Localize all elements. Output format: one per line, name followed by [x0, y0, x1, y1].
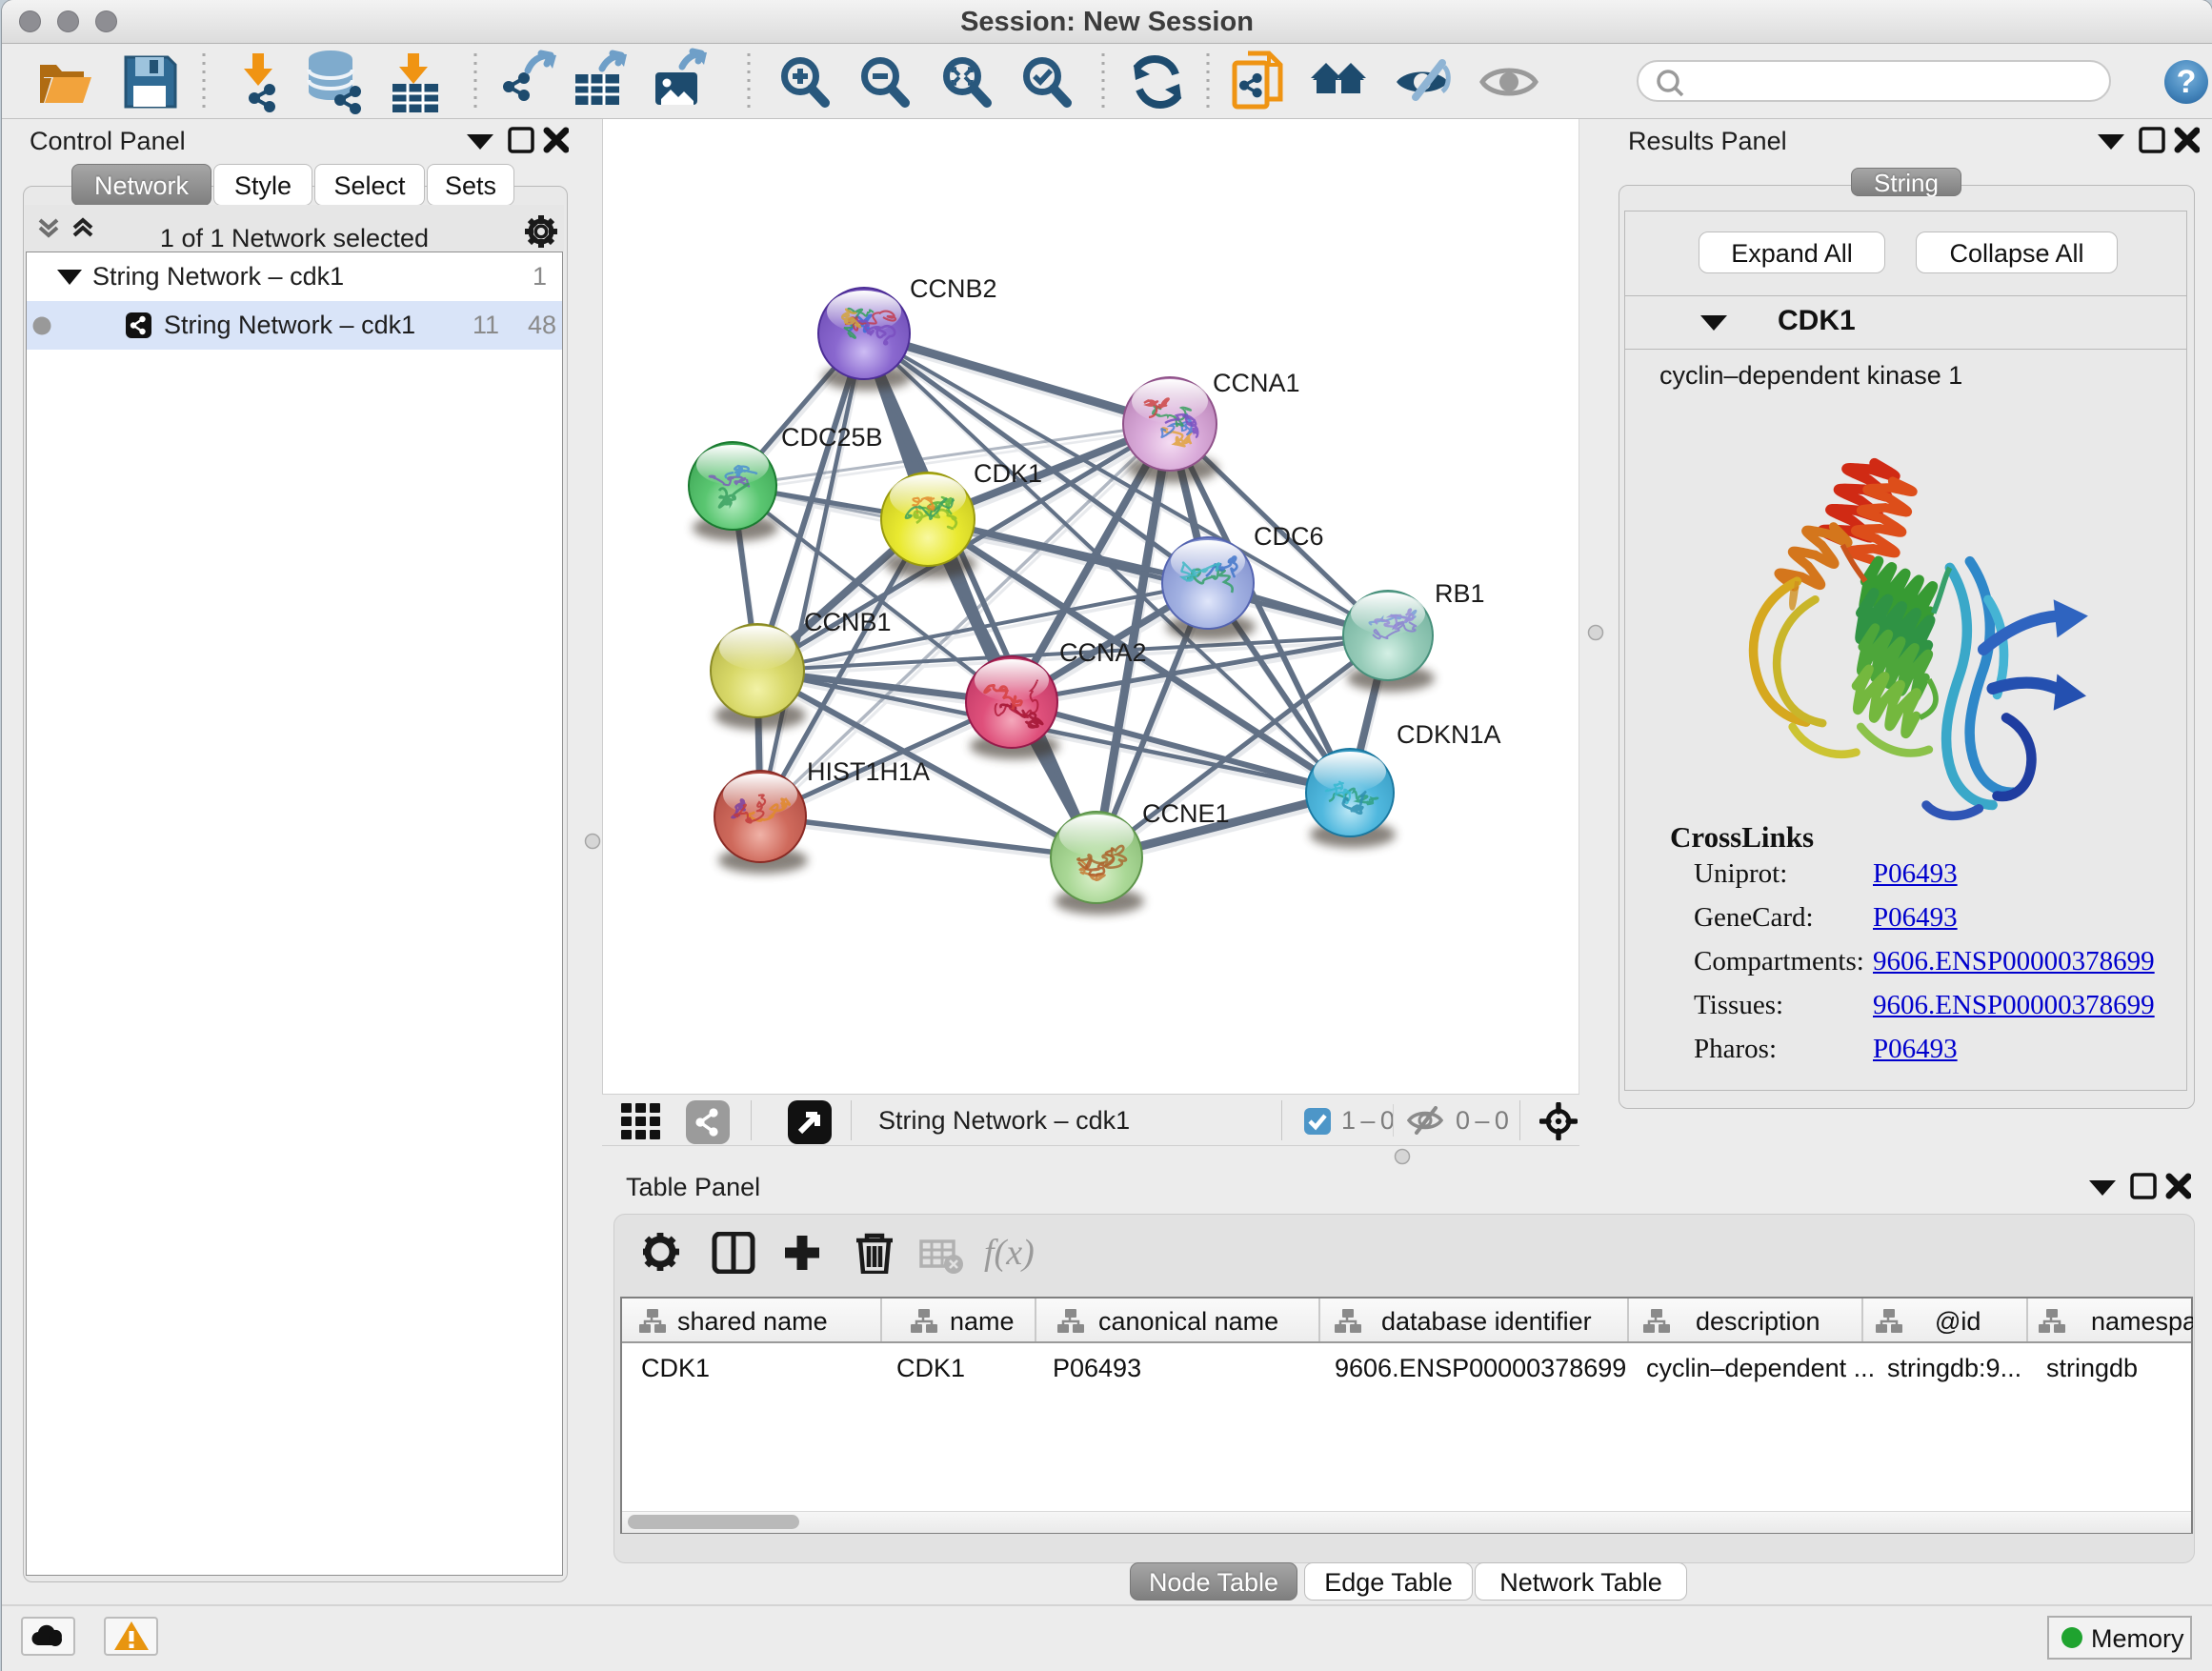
svg-text:@id: @id — [1935, 1307, 1981, 1336]
svg-text:database identifier: database identifier — [1381, 1307, 1592, 1336]
svg-text:CCNE1: CCNE1 — [1142, 799, 1230, 828]
svg-text:CDK1: CDK1 — [974, 459, 1042, 488]
svg-text:f(x): f(x) — [984, 1233, 1035, 1273]
svg-text:CCNB2: CCNB2 — [910, 274, 997, 303]
svg-text:CCNB1: CCNB1 — [804, 608, 892, 636]
svg-text:CDC25B: CDC25B — [781, 423, 883, 452]
svg-text:?: ? — [2177, 64, 2197, 100]
svg-text:HIST1H1A: HIST1H1A — [807, 757, 930, 786]
svg-text:CCNA2: CCNA2 — [1059, 638, 1147, 667]
svg-text:shared name: shared name — [677, 1307, 828, 1336]
svg-text:CCNA1: CCNA1 — [1213, 369, 1300, 397]
svg-text:namespac: namespac — [2091, 1307, 2193, 1336]
svg-text:CDC6: CDC6 — [1254, 522, 1324, 551]
svg-text:RB1: RB1 — [1435, 579, 1485, 608]
svg-text:CDKN1A: CDKN1A — [1397, 720, 1501, 749]
svg-text:description: description — [1696, 1307, 1820, 1336]
svg-text:name: name — [950, 1307, 1015, 1336]
svg-text:canonical name: canonical name — [1098, 1307, 1278, 1336]
